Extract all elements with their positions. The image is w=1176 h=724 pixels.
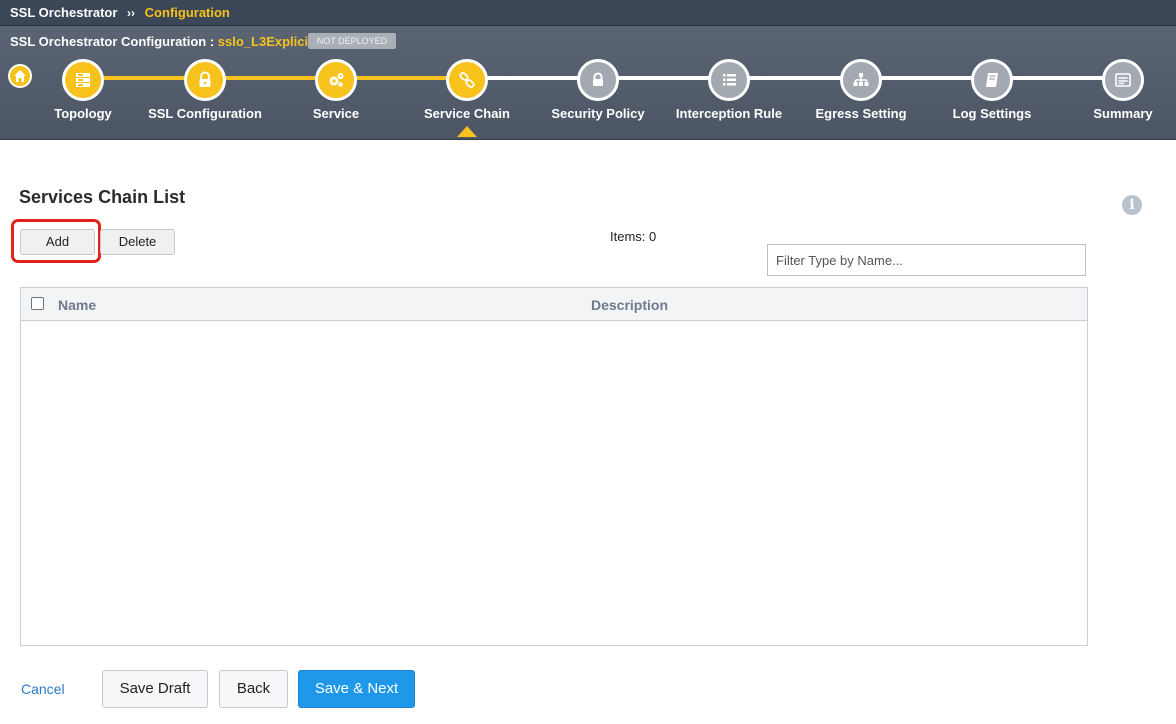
step-circle	[971, 59, 1013, 101]
step-interception-rule[interactable]: Interception Rule	[664, 59, 794, 139]
breadcrumb: SSL Orchestrator ›› Configuration	[0, 0, 1176, 26]
step-summary[interactable]: Summary	[1058, 59, 1176, 139]
wizard-header: SSL Orchestrator Configuration : sslo_L3…	[0, 26, 1176, 140]
link-icon	[459, 72, 475, 88]
step-circle	[62, 59, 104, 101]
service-chain-table: Name Description	[20, 287, 1088, 646]
breadcrumb-root[interactable]: SSL Orchestrator	[10, 5, 117, 20]
back-button[interactable]: Back	[219, 670, 288, 708]
step-label: Security Policy	[551, 106, 645, 121]
lock-icon	[199, 71, 211, 87]
status-badge: NOT DEPLOYED	[308, 33, 396, 49]
page-title-prefix: SSL Orchestrator Configuration :	[10, 34, 218, 49]
section-title: Services Chain List	[19, 187, 186, 207]
select-all-checkbox[interactable]	[31, 297, 44, 310]
info-icon[interactable]: i	[1122, 195, 1142, 215]
step-label: Log Settings	[952, 106, 1032, 121]
server-icon	[76, 73, 90, 87]
summary-icon	[1115, 73, 1131, 87]
step-topology[interactable]: Topology	[18, 59, 148, 139]
add-button[interactable]: Add	[20, 229, 95, 255]
step-label: Service	[312, 106, 360, 121]
step-label: Topology	[54, 106, 112, 121]
step-security-policy[interactable]: Security Policy	[533, 59, 663, 139]
step-circle	[708, 59, 750, 101]
step-ssl-configuration[interactable]: SSL Configuration	[140, 59, 270, 139]
column-header-name[interactable]: Name	[58, 297, 96, 313]
step-circle	[446, 59, 488, 101]
lock-icon	[593, 72, 603, 86]
current-step-indicator	[457, 126, 477, 137]
sitemap-icon	[853, 73, 869, 86]
step-label: Service Chain	[424, 106, 510, 121]
step-circle	[1102, 59, 1144, 101]
items-count: Items: 0	[610, 229, 657, 244]
step-label: Interception Rule	[675, 106, 783, 121]
config-name: sslo_L3Explicit	[217, 34, 313, 49]
step-label: Summary	[1093, 106, 1153, 121]
filter-input[interactable]	[767, 244, 1086, 276]
step-egress-setting[interactable]: Egress Setting	[796, 59, 926, 139]
step-circle	[840, 59, 882, 101]
table-header: Name Description	[21, 288, 1087, 321]
step-service[interactable]: Service	[271, 59, 401, 139]
breadcrumb-current: Configuration	[144, 5, 230, 20]
list-icon	[723, 74, 736, 86]
step-circle	[315, 59, 357, 101]
breadcrumb-separator: ››	[127, 6, 136, 20]
step-label: SSL Configuration	[148, 106, 262, 121]
book-icon	[986, 73, 998, 87]
delete-button[interactable]: Delete	[100, 229, 175, 255]
step-circle	[184, 59, 226, 101]
save-next-button[interactable]: Save & Next	[298, 670, 415, 708]
column-header-description: Description	[591, 297, 669, 313]
step-circle	[577, 59, 619, 101]
cancel-link[interactable]: Cancel	[21, 681, 65, 697]
step-log-settings[interactable]: Log Settings	[927, 59, 1057, 139]
gears-icon	[329, 73, 344, 87]
page-title: SSL Orchestrator Configuration : sslo_L3…	[10, 34, 312, 49]
save-draft-button[interactable]: Save Draft	[102, 670, 208, 708]
step-service-chain[interactable]: Service Chain	[402, 59, 532, 139]
step-label: Egress Setting	[815, 106, 907, 121]
